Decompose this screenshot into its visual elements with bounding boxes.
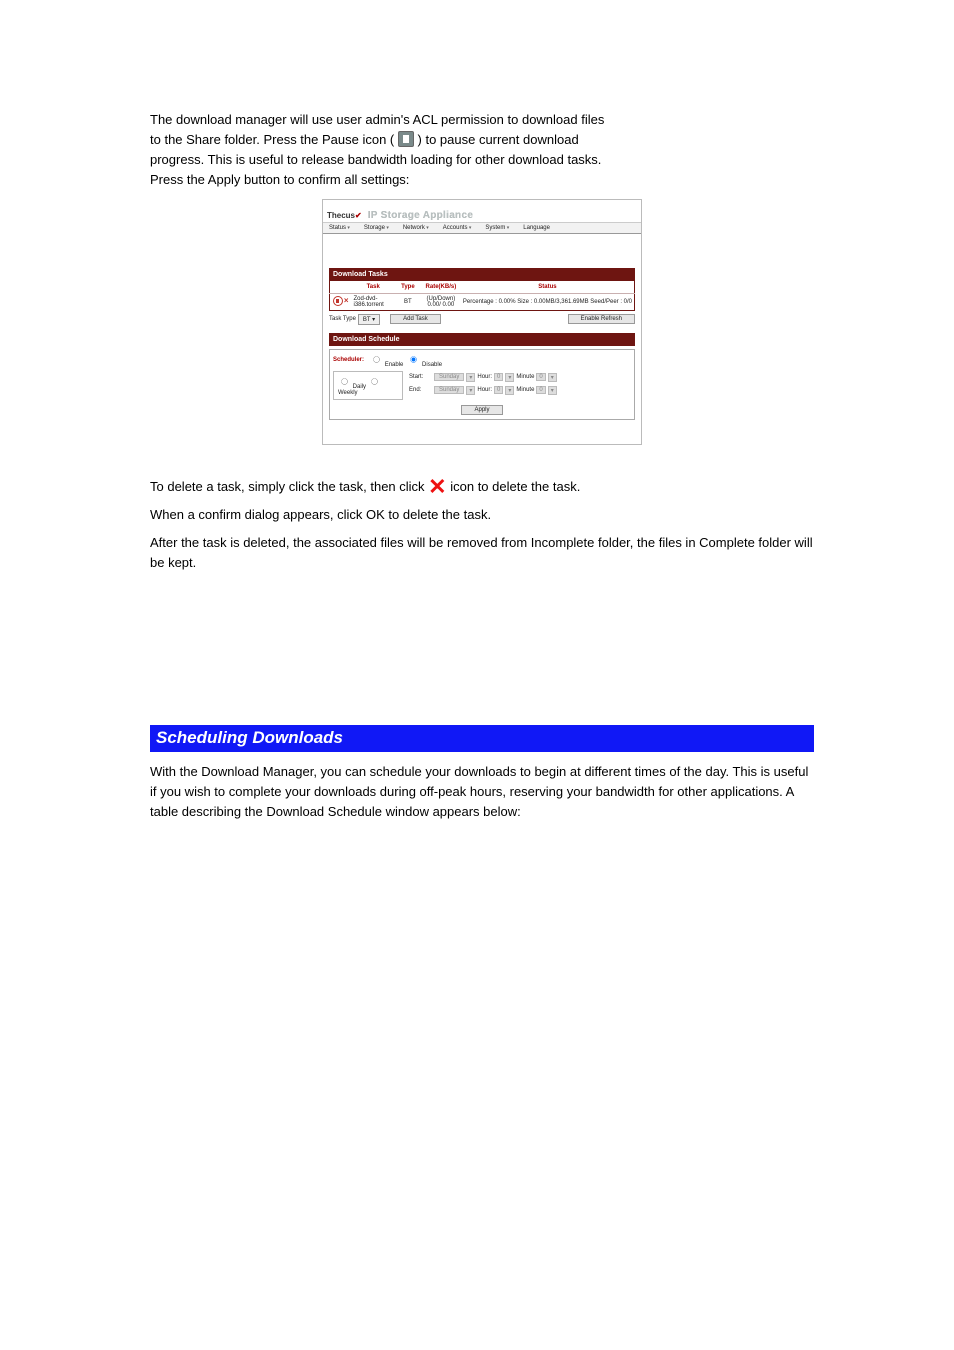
paragraph-delete-1: To delete a task, simply click the task,… — [150, 477, 814, 497]
row-pause-icon[interactable] — [333, 296, 343, 306]
col-status: Status — [461, 281, 635, 294]
download-tasks-header: Download Tasks — [329, 268, 635, 281]
logo: Thecus✔ — [327, 211, 362, 220]
para-line1: The download manager will use user admin… — [150, 112, 604, 127]
start-minute[interactable]: 0 — [536, 373, 545, 381]
menu-accounts[interactable]: Accounts — [443, 225, 472, 231]
col-blank — [330, 281, 352, 294]
embedded-screenshot: Thecus✔ IP Storage Appliance Status Stor… — [322, 199, 642, 445]
del-p1b: icon to delete the task. — [450, 479, 580, 494]
end-label: End: — [409, 387, 431, 393]
row-type: BT — [395, 293, 421, 310]
add-task-button[interactable]: Add Task — [390, 314, 441, 324]
start-day[interactable]: Sunday — [434, 373, 464, 381]
scheduler-label: Scheduler: — [333, 357, 364, 363]
pause-icon — [398, 131, 414, 147]
menu-network[interactable]: Network — [403, 225, 429, 231]
col-type: Type — [395, 281, 421, 294]
end-day[interactable]: Sunday — [434, 386, 464, 394]
menu-status[interactable]: Status — [329, 225, 350, 231]
menu-system[interactable]: System — [485, 225, 509, 231]
row-delete-icon[interactable]: × — [344, 296, 349, 305]
end-hour[interactable]: 0 — [494, 386, 503, 394]
apply-button[interactable]: Apply — [461, 405, 502, 415]
row-task: Zod-dvd-i386.torrent — [352, 293, 395, 310]
paragraph-intro: The download manager will use user admin… — [150, 110, 814, 191]
tasks-table: Task Type Rate(KB/s) Status × Zod-dvd-i3… — [329, 281, 635, 311]
download-schedule-header: Download Schedule — [329, 333, 635, 346]
del-p1a: To delete a task, simply click the task,… — [150, 479, 428, 494]
paragraph-scheduling: With the Download Manager, you can sched… — [150, 762, 814, 822]
para-line2a: to the Share folder. Press the Pause ico… — [150, 132, 394, 147]
main-menu: Status Storage Network Accounts System L… — [323, 222, 641, 234]
end-minute-label: Minute — [516, 387, 534, 393]
table-row[interactable]: × Zod-dvd-i386.torrent BT (Up/Down) 0.00… — [330, 293, 635, 310]
start-label: Start: — [409, 374, 431, 380]
end-hour-label: Hour: — [477, 387, 492, 393]
start-hour[interactable]: 0 — [494, 373, 503, 381]
col-task: Task — [352, 281, 395, 294]
menu-language[interactable]: Language — [523, 225, 550, 231]
logo-text: Thecus — [327, 211, 355, 220]
app-title: IP Storage Appliance — [368, 210, 473, 221]
task-type-label: Task Type — [329, 316, 356, 322]
paragraph-delete-2: When a confirm dialog appears, click OK … — [150, 505, 814, 525]
menu-storage[interactable]: Storage — [364, 225, 389, 231]
row-status: Percentage : 0.00% Size : 0.00MB/3,361.6… — [461, 293, 635, 310]
logo-swoosh-icon: ✔ — [355, 211, 362, 220]
radio-enable[interactable]: Enable — [370, 353, 403, 368]
section-heading-scheduling: Scheduling Downloads — [150, 725, 814, 752]
task-type-value: BT — [363, 317, 371, 323]
col-rate: Rate(KB/s) — [421, 281, 461, 294]
end-minute[interactable]: 0 — [536, 386, 545, 394]
task-type-select[interactable]: BT ▾ — [358, 314, 380, 325]
para-line2b: ) to pause current download — [418, 132, 579, 147]
paragraph-delete-3: After the task is deleted, the associate… — [150, 533, 814, 573]
start-minute-label: Minute — [516, 374, 534, 380]
row-rate: (Up/Down) 0.00/ 0.00 — [421, 293, 461, 310]
para-line4: Press the Apply button to confirm all se… — [150, 172, 409, 187]
enable-refresh-button[interactable]: Enable Refresh — [568, 314, 635, 324]
para-line3: progress. This is useful to release band… — [150, 152, 601, 167]
radio-disable[interactable]: Disable — [407, 353, 442, 368]
start-hour-label: Hour: — [477, 374, 492, 380]
